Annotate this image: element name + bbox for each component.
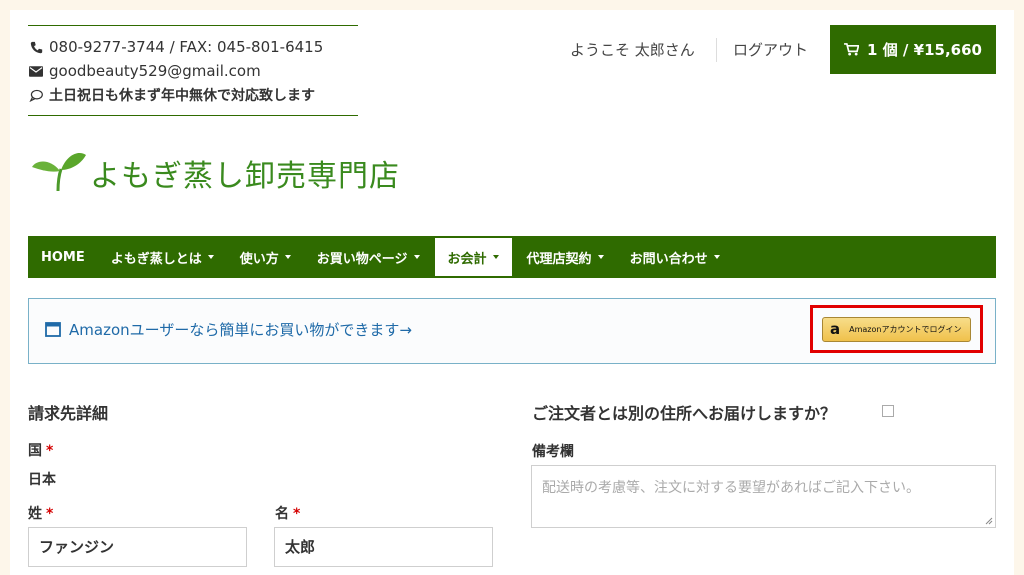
amazon-login-button[interactable]: a Amazonアカウントでログイン bbox=[822, 317, 971, 342]
nav-item-home[interactable]: HOME bbox=[28, 236, 98, 278]
caret-down-icon bbox=[597, 255, 604, 259]
order-notes-textarea[interactable]: 配送時の考慮等、注文に対する要望があればご記入下さい。 bbox=[531, 465, 996, 528]
window-icon bbox=[45, 322, 61, 337]
amazon-login-label: Amazonアカウントでログイン bbox=[849, 325, 962, 334]
country-label: 国 * bbox=[28, 443, 54, 459]
last-name-label: 姓 * bbox=[28, 506, 54, 522]
notes-placeholder: 配送時の考慮等、注文に対する要望があればご記入下さい。 bbox=[542, 480, 920, 496]
caret-down-icon bbox=[284, 255, 291, 259]
last-name-input[interactable]: ファンジン bbox=[28, 527, 247, 567]
page: 080-9277-3744 / FAX: 045-801-6415 goodbe… bbox=[10, 10, 1014, 575]
contact-hours: 土日祝日も休まず年中無休で対応致します bbox=[28, 83, 358, 107]
ship-different-question: ご注文者とは別の住所へお届けしますか？ bbox=[532, 404, 837, 423]
email-text[interactable]: goodbeauty529@gmail.com bbox=[49, 62, 261, 80]
speech-bubble-icon bbox=[28, 88, 44, 102]
amazon-pay-banner: Amazonユーザーなら簡単にお買い物ができます→ a Amazonアカウントで… bbox=[28, 298, 996, 364]
welcome-message: ようこそ 太郎さん bbox=[570, 41, 695, 59]
nav-item-agency[interactable]: 代理店契約 bbox=[514, 236, 617, 278]
amazon-banner-text: Amazonユーザーなら簡単にお買い物ができます→ bbox=[69, 321, 412, 339]
contact-info: 080-9277-3744 / FAX: 045-801-6415 goodbe… bbox=[28, 25, 358, 116]
nav-item-checkout[interactable]: お会計 bbox=[434, 238, 512, 276]
caret-down-icon bbox=[492, 255, 499, 259]
nav-item-usage[interactable]: 使い方 bbox=[227, 236, 304, 278]
main-nav: HOME よもぎ蒸しとは 使い方 お買い物ページ お会計 代理店契約 お問い合わ… bbox=[28, 236, 996, 278]
resize-grip-icon[interactable] bbox=[985, 517, 993, 525]
hours-text: 土日祝日も休まず年中無休で対応致します bbox=[49, 88, 315, 104]
sprout-icon bbox=[30, 149, 88, 197]
first-name-label: 名 * bbox=[275, 506, 301, 522]
required-mark: * bbox=[46, 506, 54, 522]
caret-down-icon bbox=[413, 255, 420, 259]
phone-icon bbox=[28, 40, 44, 54]
caret-down-icon bbox=[207, 255, 214, 259]
envelope-icon bbox=[28, 64, 44, 78]
amazon-banner-link[interactable]: Amazonユーザーなら簡単にお買い物ができます→ bbox=[45, 319, 412, 340]
required-mark: * bbox=[46, 443, 54, 459]
logo-text: よもぎ蒸し卸売専門店 bbox=[90, 159, 400, 194]
country-value: 日本 bbox=[28, 472, 56, 488]
header-divider bbox=[716, 38, 717, 62]
phone-fax-text: 080-9277-3744 / FAX: 045-801-6415 bbox=[49, 38, 324, 56]
nav-item-shop[interactable]: お買い物ページ bbox=[304, 236, 433, 278]
amazon-login-highlight: a Amazonアカウントでログイン bbox=[810, 305, 983, 353]
site-logo[interactable]: よもぎ蒸し卸売専門店 bbox=[30, 148, 400, 198]
cart-summary: 1 個 / ¥15,660 bbox=[867, 41, 982, 59]
logout-link[interactable]: ログアウト bbox=[733, 38, 808, 62]
amazon-logo-icon: a bbox=[830, 319, 841, 338]
billing-title: 請求先詳細 bbox=[28, 404, 109, 423]
ship-different-checkbox[interactable] bbox=[882, 405, 894, 417]
notes-label: 備考欄 bbox=[532, 444, 574, 460]
cart-button[interactable]: 1 個 / ¥15,660 bbox=[830, 25, 996, 74]
contact-email: goodbeauty529@gmail.com bbox=[28, 59, 358, 83]
contact-phone: 080-9277-3744 / FAX: 045-801-6415 bbox=[28, 35, 358, 59]
first-name-input[interactable]: 太郎 bbox=[274, 527, 493, 567]
nav-item-contact[interactable]: お問い合わせ bbox=[617, 236, 733, 278]
cart-icon bbox=[844, 43, 860, 56]
nav-item-about[interactable]: よもぎ蒸しとは bbox=[98, 236, 227, 278]
caret-down-icon bbox=[713, 255, 720, 259]
required-mark: * bbox=[293, 506, 301, 522]
